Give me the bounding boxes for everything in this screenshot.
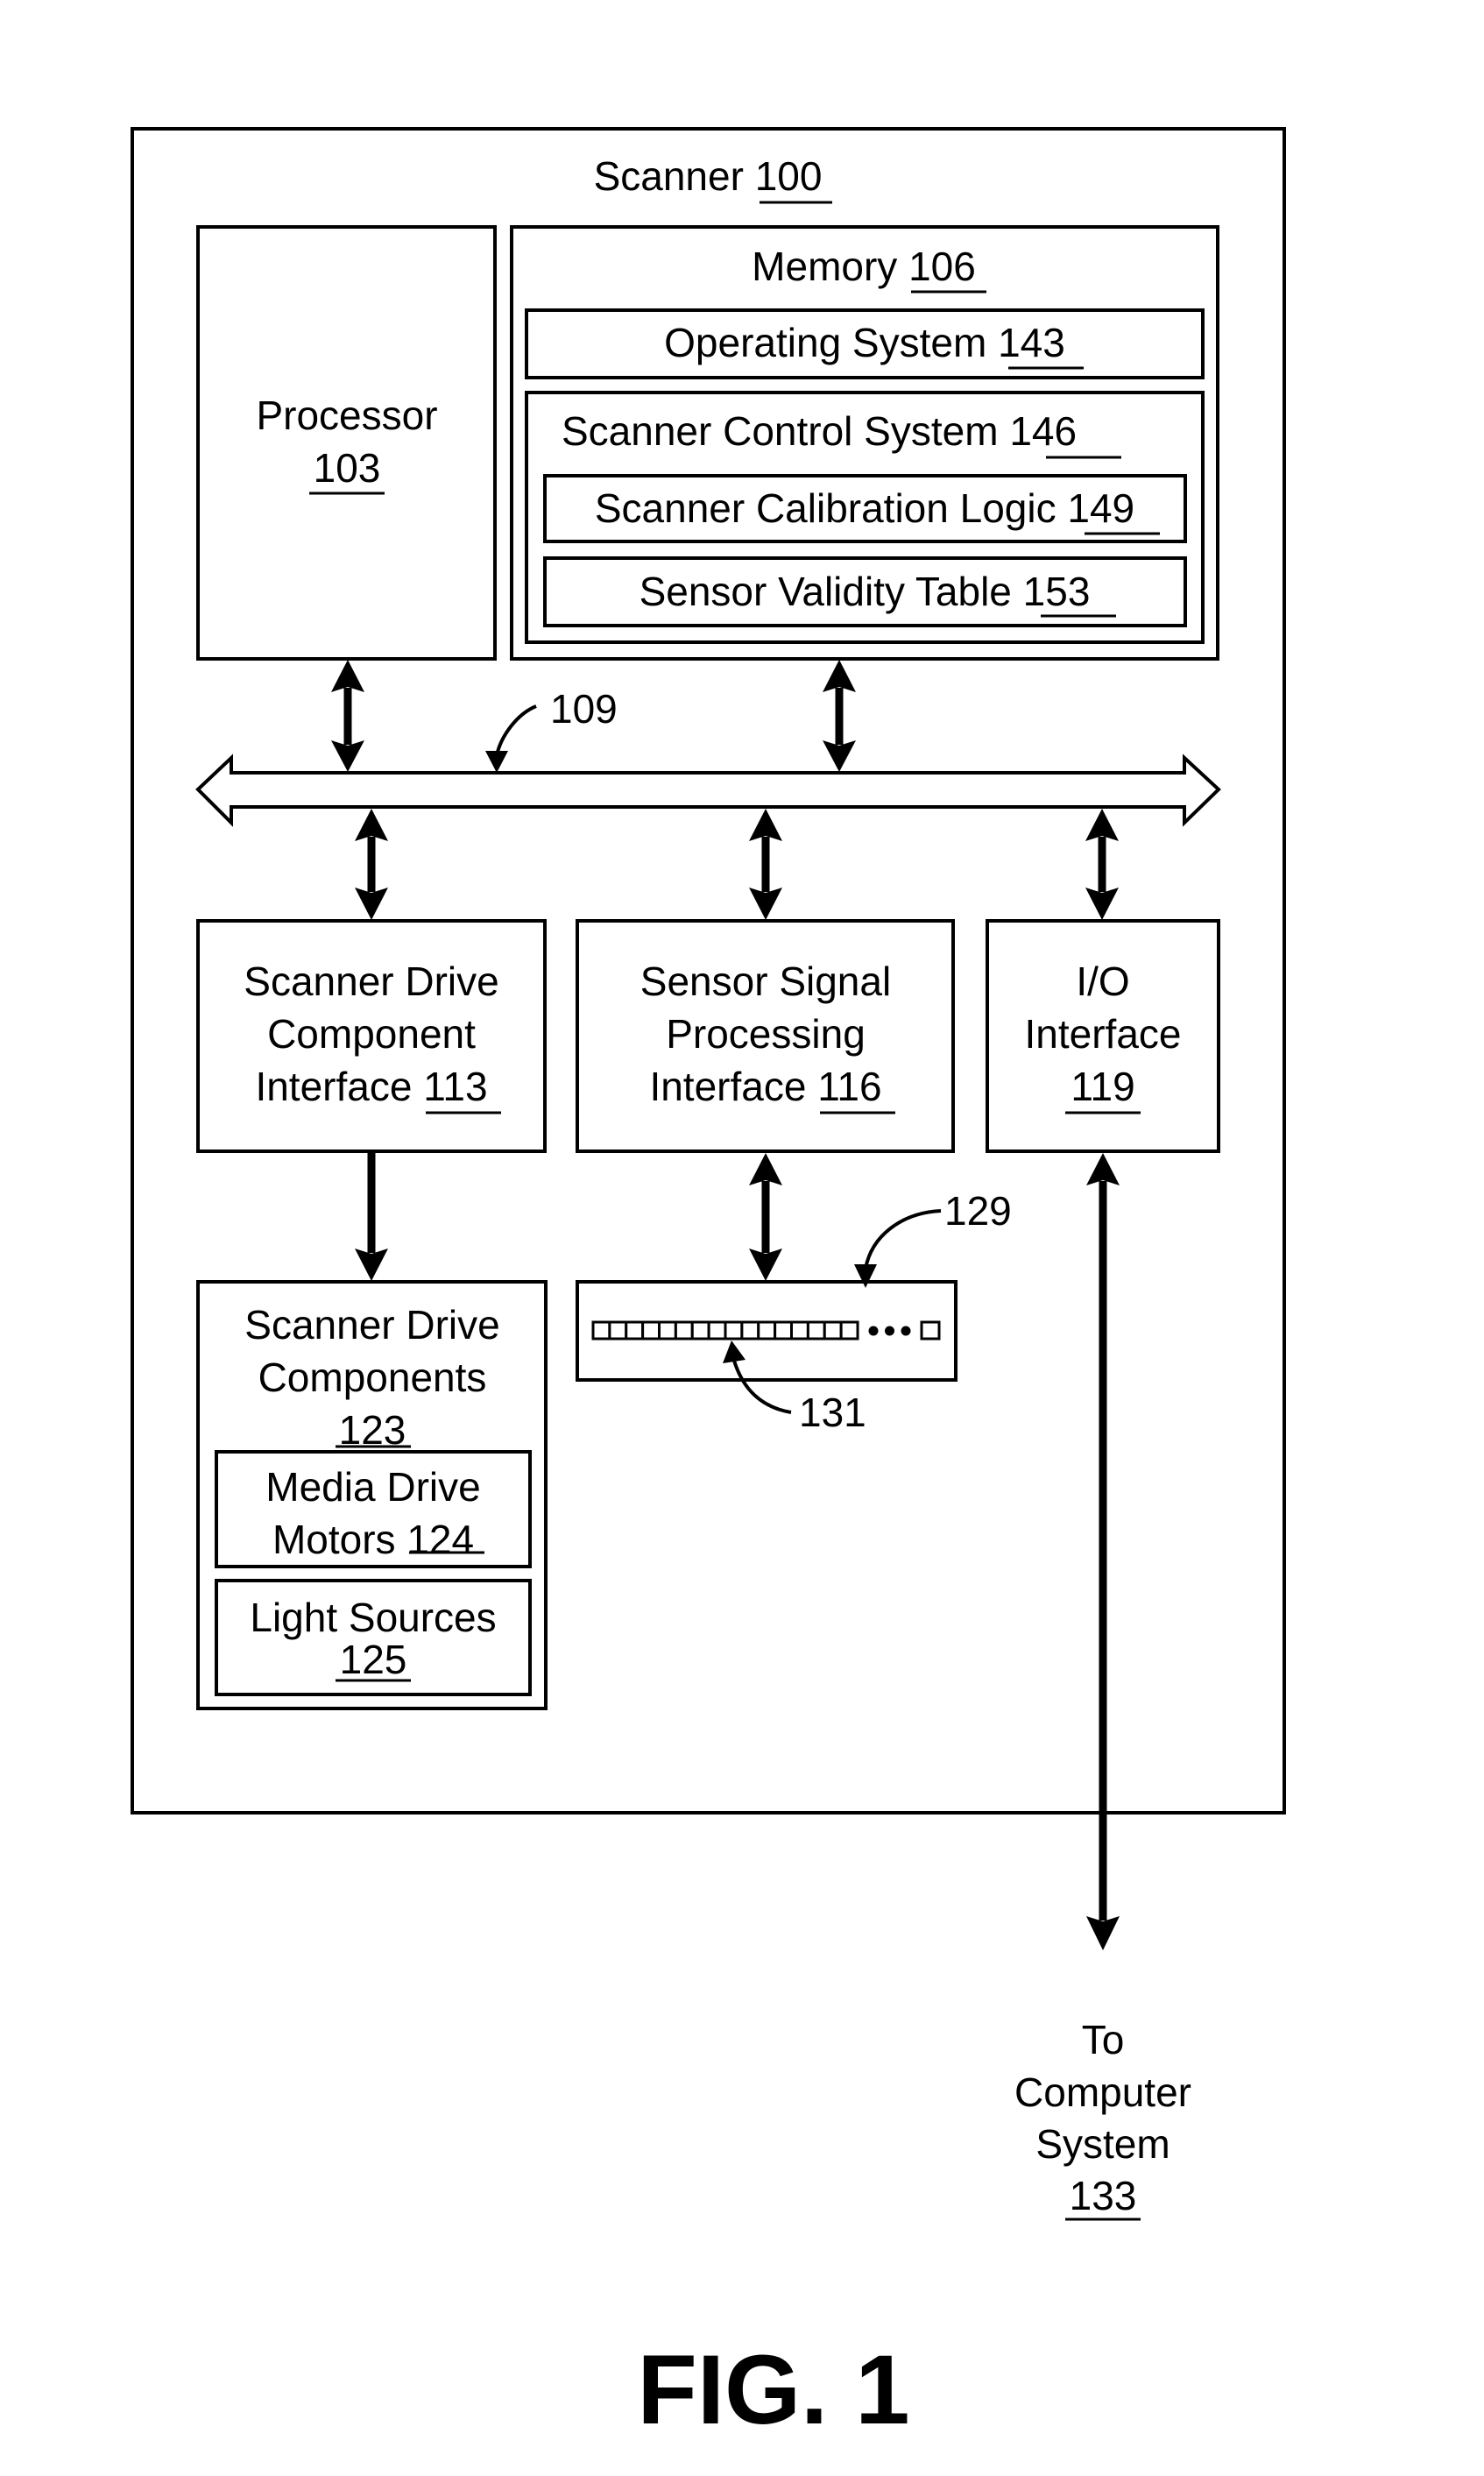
mdm-line-2: Motors 124 bbox=[272, 1517, 474, 1562]
sensor-cell bbox=[790, 1320, 809, 1341]
sensor-validity-table-title: Sensor Validity Table 153 bbox=[640, 569, 1091, 614]
sensor-validity-table-label: Sensor Validity Table bbox=[640, 569, 1012, 614]
memory-label: Memory bbox=[752, 244, 897, 289]
sdci-ref: 113 bbox=[423, 1064, 487, 1109]
sdci-line-3-text: Interface bbox=[255, 1064, 412, 1109]
sdci-line-1: Scanner Drive bbox=[244, 959, 498, 1004]
ls-line-1: Light Sources bbox=[250, 1595, 496, 1640]
sspi-line-3-text: Interface bbox=[649, 1064, 806, 1109]
mdm-line-1: Media Drive bbox=[265, 1464, 480, 1510]
figure-caption: FIG. 1 bbox=[637, 2335, 909, 2444]
sensor-last-cell bbox=[920, 1320, 941, 1341]
scanner-calibration-logic-label: Scanner Calibration Logic bbox=[595, 485, 1056, 531]
sspi-line-2: Processing bbox=[666, 1011, 866, 1057]
sspi-ref: 116 bbox=[817, 1064, 881, 1109]
computer-ref: 133 bbox=[1070, 2173, 1137, 2218]
sensor-cell bbox=[740, 1320, 760, 1341]
scanner-ref: 100 bbox=[755, 153, 823, 199]
sdci-line-2: Component bbox=[267, 1011, 476, 1057]
computer-line-2: Computer bbox=[1014, 2069, 1191, 2115]
memory-ref: 106 bbox=[908, 244, 976, 289]
sensor-cell bbox=[674, 1320, 694, 1341]
memory-title: Memory 106 bbox=[752, 244, 976, 289]
operating-system-title: Operating System 143 bbox=[664, 320, 1065, 365]
computer-line-1: To bbox=[1082, 2017, 1125, 2062]
scanner-block-diagram: Scanner 100 Processor 103 Memory 106 Ope… bbox=[131, 127, 1286, 2444]
scanner-calibration-logic-title: Scanner Calibration Logic 149 bbox=[595, 485, 1134, 531]
bus-ref: 109 bbox=[550, 686, 618, 732]
sensor-cell bbox=[608, 1320, 628, 1341]
io-ref: 119 bbox=[1071, 1064, 1134, 1109]
operating-system-label: Operating System bbox=[664, 320, 986, 365]
mdm-line-2-text: Motors bbox=[272, 1517, 396, 1562]
sensor-cell bbox=[707, 1320, 727, 1341]
sensor-cell bbox=[625, 1320, 645, 1341]
scanner-label: Scanner bbox=[594, 153, 744, 199]
scanner-control-system-label: Scanner Control System bbox=[562, 408, 999, 454]
sensor-cell bbox=[823, 1320, 843, 1341]
sdci-line-3: Interface 113 bbox=[255, 1064, 487, 1109]
ellipsis-dot bbox=[885, 1326, 894, 1336]
computer-line-3: System bbox=[1035, 2121, 1170, 2167]
sensor-validity-table-ref: 153 bbox=[1023, 569, 1091, 614]
io-line-1: I/O bbox=[1076, 959, 1129, 1004]
scanner-calibration-logic-ref: 149 bbox=[1067, 485, 1134, 531]
processor-box bbox=[196, 225, 497, 661]
mdm-ref: 124 bbox=[406, 1517, 474, 1562]
sensor-ref: 131 bbox=[799, 1390, 866, 1435]
scanner-control-system-ref: 146 bbox=[1009, 408, 1077, 454]
sensor-ellipsis bbox=[868, 1326, 911, 1336]
sdc-line-1: Scanner Drive bbox=[244, 1302, 499, 1348]
ellipsis-dot bbox=[901, 1326, 911, 1336]
sensor-cell bbox=[839, 1320, 859, 1341]
sensor-cell bbox=[774, 1320, 794, 1341]
sensor-cell bbox=[591, 1320, 611, 1341]
operating-system-ref: 143 bbox=[998, 320, 1065, 365]
sensor-cell bbox=[690, 1320, 710, 1341]
processor-ref: 103 bbox=[314, 445, 381, 491]
sensor-array-ref: 129 bbox=[944, 1188, 1012, 1234]
io-line-2: Interface bbox=[1025, 1011, 1182, 1057]
sspi-line-1: Sensor Signal bbox=[640, 959, 891, 1004]
sensor-cell bbox=[658, 1320, 677, 1341]
sensor-cell bbox=[757, 1320, 777, 1341]
ls-ref: 125 bbox=[340, 1637, 407, 1682]
scanner-title: Scanner 100 bbox=[594, 153, 823, 199]
sensor-cell bbox=[641, 1320, 661, 1341]
sensor-cells bbox=[591, 1320, 859, 1341]
scanner-control-system-title: Scanner Control System 146 bbox=[562, 408, 1077, 454]
sensor-cell bbox=[806, 1320, 826, 1341]
processor-label: Processor bbox=[256, 393, 437, 438]
sspi-line-3: Interface 116 bbox=[649, 1064, 881, 1109]
sdc-line-2: Components bbox=[258, 1355, 487, 1400]
ellipsis-dot bbox=[868, 1326, 879, 1336]
svg-text:Scanner 100: Scanner 100 bbox=[594, 153, 823, 199]
sensor-cell bbox=[724, 1320, 744, 1341]
